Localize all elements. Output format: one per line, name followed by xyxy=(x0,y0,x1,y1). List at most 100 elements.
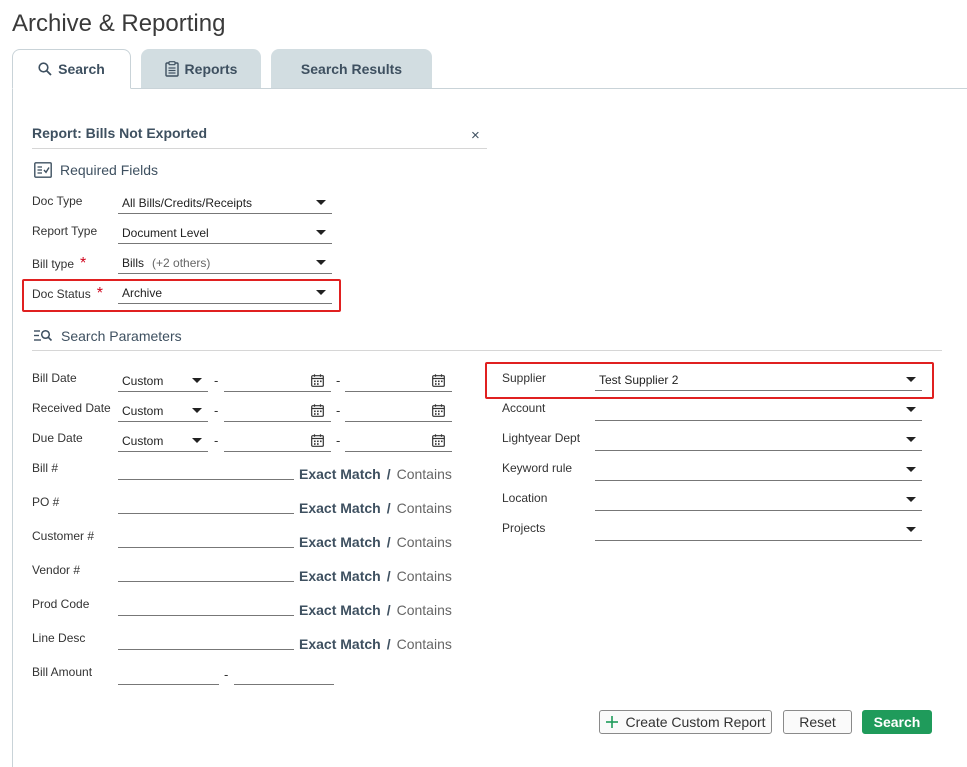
location-label: Location xyxy=(502,491,548,505)
report-type-label: Report Type xyxy=(32,224,98,238)
vendor-number-label: Vendor # xyxy=(32,563,81,577)
close-report-icon[interactable]: × xyxy=(471,128,480,143)
calendar-icon[interactable] xyxy=(311,434,324,452)
tab-search[interactable]: Search xyxy=(12,49,131,89)
chevron-down-icon xyxy=(906,497,916,502)
tab-search-results[interactable]: Search Results xyxy=(271,49,432,89)
chevron-down-icon xyxy=(906,407,916,412)
chevron-down-icon xyxy=(906,437,916,442)
location-select[interactable] xyxy=(595,489,922,511)
contains-option[interactable]: Contains xyxy=(397,636,452,652)
required-fields-header: Required Fields xyxy=(34,162,158,178)
keyword-rule-select[interactable] xyxy=(595,459,922,481)
contains-option[interactable]: Contains xyxy=(397,534,452,550)
po-number-match-toggle: Exact Match / Contains xyxy=(299,500,452,516)
reset-button[interactable]: Reset xyxy=(783,710,852,734)
chevron-down-icon xyxy=(906,377,916,382)
contains-option[interactable]: Contains xyxy=(397,500,452,516)
search-button[interactable]: Search xyxy=(862,710,932,734)
contains-option[interactable]: Contains xyxy=(397,568,452,584)
range-dash: - xyxy=(214,433,219,448)
due-date-range-value: Custom xyxy=(122,433,164,448)
create-custom-report-label: Create Custom Report xyxy=(625,714,766,730)
bill-type-value: Bills xyxy=(122,255,145,270)
range-dash: - xyxy=(214,373,219,388)
chevron-down-icon xyxy=(906,527,916,532)
keyword-rule-label: Keyword rule xyxy=(502,461,573,475)
report-type-value: Document Level xyxy=(122,225,209,240)
vendor-number-input[interactable] xyxy=(118,560,294,582)
doc-type-label: Doc Type xyxy=(32,194,83,208)
bill-amount-max-input[interactable] xyxy=(234,663,334,685)
calendar-icon[interactable] xyxy=(432,434,445,452)
projects-select[interactable] xyxy=(595,519,922,541)
contains-option[interactable]: Contains xyxy=(397,466,452,482)
bill-number-label: Bill # xyxy=(32,461,59,475)
bill-number-input[interactable] xyxy=(118,458,294,480)
divider xyxy=(32,350,942,351)
prod-code-input[interactable] xyxy=(118,594,294,616)
received-date-range-select[interactable]: Custom xyxy=(118,400,208,422)
exact-match-option[interactable]: Exact Match xyxy=(299,568,381,584)
calendar-icon[interactable] xyxy=(432,374,445,392)
match-separator: / xyxy=(386,636,391,652)
search-parameters-title: Search Parameters xyxy=(61,328,182,344)
calendar-icon[interactable] xyxy=(311,374,324,392)
required-fields-title: Required Fields xyxy=(60,162,159,178)
bill-date-range-value: Custom xyxy=(122,373,164,388)
create-custom-report-button[interactable]: Create Custom Report xyxy=(599,710,772,734)
exact-match-option[interactable]: Exact Match xyxy=(299,636,381,652)
supplier-select[interactable]: Test Supplier 2 xyxy=(595,369,922,391)
search-parameters-header: Search Parameters xyxy=(33,328,182,344)
bill-date-label: Bill Date xyxy=(32,371,77,385)
chevron-down-icon xyxy=(316,260,326,265)
required-asterisk: * xyxy=(96,285,103,302)
due-date-range-select[interactable]: Custom xyxy=(118,430,208,452)
account-select[interactable] xyxy=(595,399,922,421)
due-date-label: Due Date xyxy=(32,431,83,445)
po-number-input[interactable] xyxy=(118,492,294,514)
exact-match-option[interactable]: Exact Match xyxy=(299,602,381,618)
page-title: Archive & Reporting xyxy=(12,10,226,37)
range-dash: - xyxy=(224,667,229,682)
customer-number-match-toggle: Exact Match / Contains xyxy=(299,534,452,550)
projects-label: Projects xyxy=(502,521,546,535)
tab-search-results-label: Search Results xyxy=(300,61,403,77)
vendor-number-match-toggle: Exact Match / Contains xyxy=(299,568,452,584)
tab-reports[interactable]: Reports xyxy=(141,49,261,89)
customer-number-input[interactable] xyxy=(118,526,294,548)
match-separator: / xyxy=(386,500,391,516)
exact-match-option[interactable]: Exact Match xyxy=(299,466,381,482)
list-search-icon xyxy=(33,329,53,343)
bill-type-label: Bill type * xyxy=(32,255,86,273)
report-type-select[interactable]: Document Level xyxy=(118,222,332,244)
bill-type-select[interactable]: Bills (+2 others) xyxy=(118,252,332,274)
range-dash: - xyxy=(336,403,341,418)
calendar-icon[interactable] xyxy=(311,404,324,422)
line-desc-label: Line Desc xyxy=(32,631,86,645)
line-desc-input[interactable] xyxy=(118,628,294,650)
doc-type-select[interactable]: All Bills/Credits/Receipts xyxy=(118,192,332,214)
tab-reports-label: Reports xyxy=(184,61,238,77)
exact-match-option[interactable]: Exact Match xyxy=(299,500,381,516)
lightyear-dept-label: Lightyear Dept xyxy=(502,431,581,445)
account-label: Account xyxy=(502,401,546,415)
form-checklist-icon xyxy=(34,162,52,178)
chevron-down-icon xyxy=(192,378,202,383)
doc-status-select[interactable]: Archive xyxy=(118,282,332,304)
contains-option[interactable]: Contains xyxy=(397,602,452,618)
match-separator: / xyxy=(386,534,391,550)
bill-amount-min-input[interactable] xyxy=(118,663,219,685)
chevron-down-icon xyxy=(906,467,916,472)
calendar-icon[interactable] xyxy=(432,404,445,422)
exact-match-option[interactable]: Exact Match xyxy=(299,534,381,550)
supplier-label: Supplier xyxy=(502,371,547,385)
chevron-down-icon xyxy=(192,408,202,413)
bill-date-range-select[interactable]: Custom xyxy=(118,370,208,392)
customer-number-label: Customer # xyxy=(32,529,95,543)
clipboard-icon xyxy=(164,61,179,77)
match-separator: / xyxy=(386,568,391,584)
search-button-label: Search xyxy=(873,714,921,730)
lightyear-dept-select[interactable] xyxy=(595,429,922,451)
received-date-range-value: Custom xyxy=(122,403,164,418)
